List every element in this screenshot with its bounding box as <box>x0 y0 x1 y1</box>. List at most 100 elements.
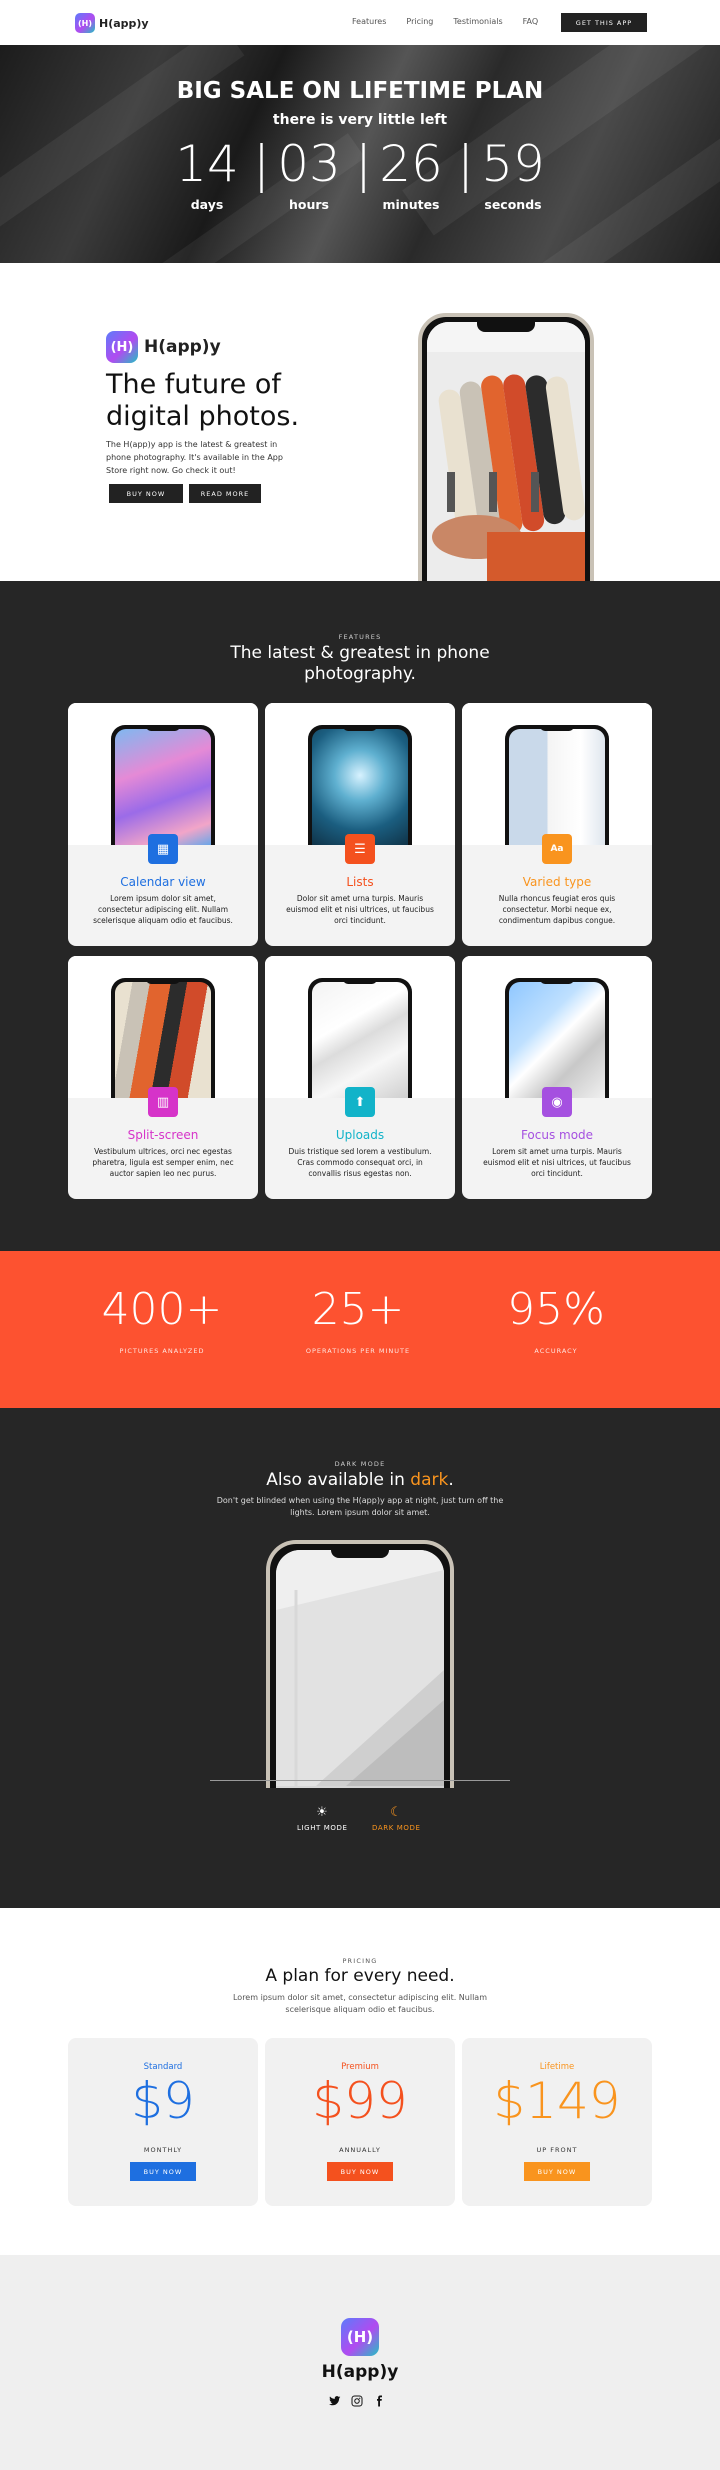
pricing-section: PRICING A plan for every need. Lorem ips… <box>0 1908 720 2255</box>
countdown-value: 26 <box>379 135 443 193</box>
footer-brand: H(app)y <box>321 2362 399 2382</box>
card-screen <box>312 729 408 845</box>
countdown-seconds: 59 seconds <box>467 135 559 212</box>
feature-desc: Duis tristique sed lorem a vestibulum. C… <box>288 1147 432 1178</box>
intro-body: The H(app)y app is the latest & greatest… <box>106 440 283 475</box>
read-more-button[interactable]: READ MORE <box>189 484 261 503</box>
countdown-value: 59 <box>481 135 545 193</box>
dark-mode-toggle[interactable]: ☾ DARK MODE <box>372 1805 421 1832</box>
phone-notch <box>477 322 535 332</box>
nav-link-faq[interactable]: FAQ <box>523 17 539 26</box>
stat-value: 95% <box>507 1284 605 1335</box>
brand-text: H(app)y <box>144 337 221 357</box>
phone-screen <box>276 1550 444 1788</box>
feature-card: ⬆ Uploads Duis tristique sed lorem a ves… <box>265 956 455 1199</box>
feature-desc: Lorem sit amet urna turpis. Mauris euism… <box>483 1147 631 1178</box>
nav-link-features[interactable]: Features <box>352 17 386 26</box>
light-mode-toggle[interactable]: ☀ LIGHT MODE <box>297 1805 348 1832</box>
plan-price: $149 <box>493 2072 621 2130</box>
countdown-separator: | <box>253 135 270 193</box>
card-top <box>265 956 455 1098</box>
nav-link-testimonials[interactable]: Testimonials <box>453 17 502 26</box>
buy-standard-button[interactable]: BUY NOW <box>130 2162 196 2181</box>
phone-notch <box>343 725 377 731</box>
get-app-button[interactable]: GET THIS APP <box>561 13 647 32</box>
features-eyebrow: FEATURES <box>338 633 382 641</box>
phone-notch <box>146 978 180 984</box>
plan-period: ANNUALLY <box>339 2146 381 2154</box>
feature-desc: Nulla rhoncus feugiat eros quis consecte… <box>498 894 616 925</box>
countdown-separator: | <box>457 135 474 193</box>
sale-hero: BIG SALE ON LIFETIME PLAN there is very … <box>0 45 720 263</box>
card-phone <box>308 978 412 1098</box>
phone-notch <box>146 725 180 731</box>
countdown-label: days <box>190 197 224 212</box>
phone-screen <box>427 322 585 581</box>
buy-lifetime-button[interactable]: BUY NOW <box>524 2162 590 2181</box>
countdown-minutes: 26 minutes <box>365 135 457 212</box>
pricing-card-premium: Premium $99 ANNUALLY BUY NOW <box>265 2038 455 2206</box>
countdown-value: 03 <box>277 135 341 193</box>
feature-title: Lists <box>346 875 374 889</box>
card-screen <box>312 982 408 1098</box>
card-screen <box>115 982 211 1098</box>
twitter-icon[interactable] <box>328 2395 342 2409</box>
stat-item: 95% ACCURACY <box>466 1283 646 1355</box>
feature-title: Split-screen <box>127 1128 199 1142</box>
phone-notch <box>540 725 574 731</box>
feature-card: Aa Varied type Nulla rhoncus feugiat ero… <box>462 703 652 946</box>
dark-mode-section: DARK MODE Also available in dark. Don't … <box>0 1408 720 1908</box>
upload-icon: ⬆ <box>345 1087 375 1117</box>
logo-badge-icon: (H) <box>75 13 95 33</box>
card-top <box>68 703 258 845</box>
features-heading: The latest & greatest in phone photograp… <box>230 643 490 684</box>
instagram-icon[interactable] <box>350 2395 364 2409</box>
card-phone <box>111 978 215 1098</box>
countdown-hours: 03 hours <box>263 135 355 212</box>
sale-subtitle: there is very little left <box>272 112 448 128</box>
nav-link-pricing[interactable]: Pricing <box>406 17 433 26</box>
skateboards-photo <box>427 322 585 581</box>
card-screen <box>509 729 605 845</box>
feature-card: ▥ Split-screen Vestibulum ultrices, orci… <box>68 956 258 1199</box>
phone-notch <box>331 1548 389 1558</box>
pricing-card-standard: Standard $9 MONTHLY BUY NOW <box>68 2038 258 2206</box>
hero-phone-image <box>418 313 594 581</box>
countdown-separator: | <box>355 135 372 193</box>
card-top <box>68 956 258 1098</box>
pricing-heading: A plan for every need. <box>265 1966 455 1986</box>
sun-icon: ☀ <box>316 1805 329 1820</box>
dark-mode-heading: Also available in dark. <box>0 1470 720 1490</box>
heading-prefix: Also available in <box>266 1470 411 1490</box>
feature-title: Calendar view <box>120 875 206 889</box>
countdown-label: seconds <box>484 197 542 212</box>
countdown-value: 14 <box>175 135 239 193</box>
features-section: FEATURES The latest & greatest in phone … <box>0 581 720 1251</box>
card-phone <box>111 725 215 845</box>
feature-card: ◉ Focus mode Lorem sit amet urna turpis.… <box>462 956 652 1199</box>
split-screen-icon: ▥ <box>148 1087 178 1117</box>
countdown-label: hours <box>289 197 329 212</box>
plan-price: $9 <box>131 2072 195 2130</box>
buy-now-button[interactable]: BUY NOW <box>109 484 183 503</box>
facebook-icon[interactable] <box>372 2395 386 2409</box>
countdown-label: minutes <box>382 197 440 212</box>
card-phone <box>308 725 412 845</box>
countdown: 14 days | 03 hours | 26 minutes | 59 sec… <box>0 135 720 212</box>
stats-section: 400+ PICTURES ANALYZED 25+ OPERATIONS PE… <box>0 1251 720 1408</box>
stat-item: 25+ OPERATIONS PER MINUTE <box>268 1283 448 1355</box>
card-top <box>462 956 652 1098</box>
type-icon: Aa <box>542 834 572 864</box>
logo-text: H(app)y <box>99 16 149 30</box>
card-screen <box>509 982 605 1098</box>
heading-suffix: . <box>448 1470 454 1490</box>
eye-icon: ◉ <box>542 1087 572 1117</box>
nav-logo[interactable]: (H) H(app)y <box>75 13 149 33</box>
dark-mode-phone-image <box>266 1540 454 1788</box>
buy-premium-button[interactable]: BUY NOW <box>327 2162 393 2181</box>
card-phone <box>505 978 609 1098</box>
footer: (H) H(app)y <box>0 2255 720 2470</box>
feature-desc: Lorem ipsum dolor sit amet, consectetur … <box>93 894 233 925</box>
card-top <box>462 703 652 845</box>
intro-brand: (H) H(app)y <box>106 331 221 363</box>
